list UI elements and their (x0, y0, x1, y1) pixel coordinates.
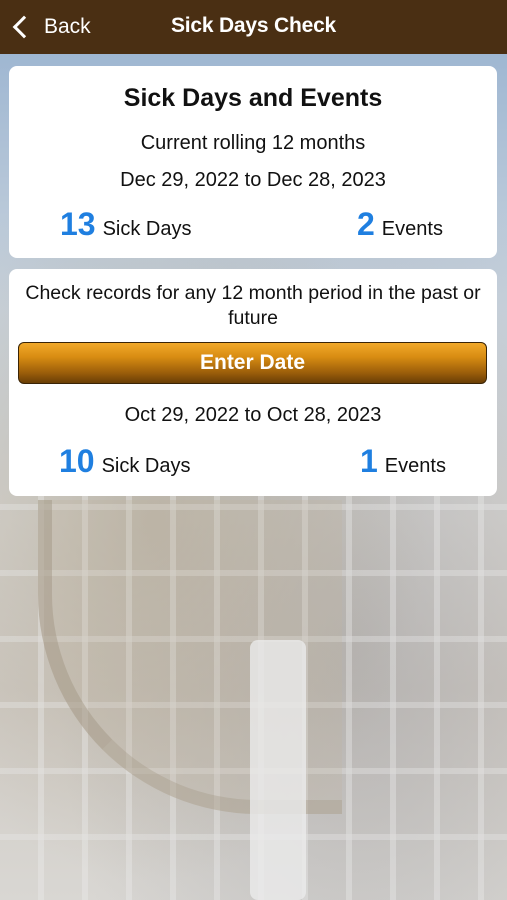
navigation-bar: Back Sick Days Check (0, 0, 507, 54)
summary-sick-days: 13 Sick Days (60, 206, 192, 243)
check-sick-days-count: 10 (59, 443, 95, 479)
summary-sick-days-count: 13 (60, 206, 96, 242)
check-sick-days-label: Sick Days (101, 455, 191, 477)
summary-events: 2 Events (357, 206, 443, 243)
page-title: Sick Days Check (170, 14, 337, 37)
background-lift-column (250, 640, 306, 900)
check-date-range: Oct 29, 2022 to Oct 28, 2023 (124, 404, 382, 426)
date-check-card: Check records for any 12 month period in… (9, 269, 497, 496)
check-events-label: Events (384, 455, 446, 477)
summary-title: Sick Days and Events (123, 84, 383, 112)
summary-events-count: 2 (357, 206, 375, 242)
summary-subtitle: Current rolling 12 months (140, 132, 366, 154)
enter-date-button[interactable]: Enter Date (18, 342, 487, 384)
summary-date-range: Dec 29, 2022 to Dec 28, 2023 (120, 169, 386, 191)
check-events-count: 1 (360, 443, 378, 479)
summary-card: Sick Days and Events Current rolling 12 … (9, 66, 497, 258)
check-sick-days: 10 Sick Days (59, 443, 191, 480)
summary-events-label: Events (381, 218, 443, 240)
check-description: Check records for any 12 month period in… (25, 282, 481, 329)
summary-sick-days-label: Sick Days (102, 218, 192, 240)
check-events: 1 Events (360, 443, 446, 480)
